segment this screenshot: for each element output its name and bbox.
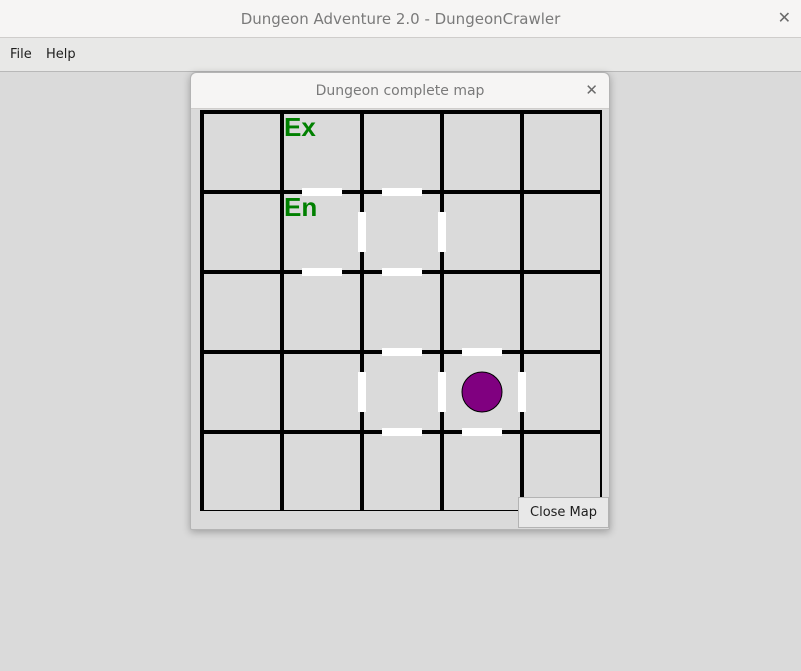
player-token-icon (461, 371, 503, 413)
map-door (302, 268, 342, 276)
map-door (358, 212, 366, 252)
map-door (382, 268, 422, 276)
map-door (462, 348, 502, 356)
map-door (382, 348, 422, 356)
main-window: Dungeon Adventure 2.0 - DungeonCrawler ✕… (0, 0, 801, 671)
map-door (438, 372, 446, 412)
window-titlebar[interactable]: Dungeon Adventure 2.0 - DungeonCrawler ✕ (0, 0, 801, 38)
dialog-close-icon[interactable]: ✕ (585, 81, 598, 99)
close-map-button[interactable]: Close Map (518, 497, 609, 528)
dungeon-map-canvas: Ex En (199, 109, 602, 511)
map-door (438, 212, 446, 252)
map-door (382, 428, 422, 436)
menu-file[interactable]: File (10, 47, 32, 62)
window-title: Dungeon Adventure 2.0 - DungeonCrawler (240, 10, 561, 28)
menu-help[interactable]: Help (46, 47, 76, 62)
entrance-marker: En (284, 192, 317, 222)
window-close-icon[interactable]: ✕ (778, 8, 791, 27)
map-door (518, 372, 526, 412)
menubar: File Help (0, 38, 801, 72)
exit-marker: Ex (284, 112, 316, 142)
dungeon-map: Ex En (199, 109, 602, 511)
dialog-titlebar[interactable]: Dungeon complete map ✕ (191, 73, 609, 109)
dialog-title: Dungeon complete map (315, 83, 485, 99)
map-background (199, 109, 602, 511)
map-door (382, 188, 422, 196)
map-door (462, 428, 502, 436)
map-door (358, 372, 366, 412)
